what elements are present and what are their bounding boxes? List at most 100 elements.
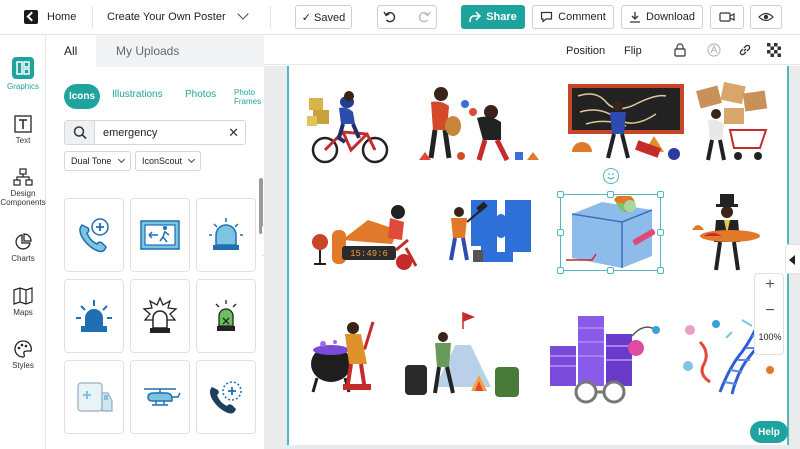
- icon-result[interactable]: [130, 360, 190, 434]
- chair-clock-illustration[interactable]: 15:49:6: [308, 200, 420, 276]
- courier-bicycle-illustration[interactable]: [305, 82, 391, 166]
- siren-icon: [209, 218, 243, 250]
- rail-label: Text: [15, 136, 31, 145]
- alarm-box-icon: [215, 300, 237, 331]
- emergency-exit-icon: [140, 220, 180, 250]
- clear-search-icon[interactable]: ✕: [228, 125, 239, 140]
- icon-result[interactable]: [64, 279, 124, 353]
- comment-button[interactable]: Comment: [532, 5, 614, 29]
- position-button[interactable]: Position: [566, 45, 605, 57]
- animation-icon[interactable]: [707, 43, 721, 57]
- preview-button[interactable]: [750, 5, 782, 29]
- zoom-level[interactable]: 100%: [755, 332, 785, 342]
- subtab-illustrations[interactable]: Illustrations: [112, 89, 163, 100]
- resize-handle[interactable]: [557, 229, 564, 236]
- document-title[interactable]: Create Your Own Poster: [107, 11, 226, 23]
- share-button[interactable]: Share: [461, 5, 525, 29]
- subtab-photo-frames[interactable]: Photo Frames: [234, 88, 264, 106]
- styles-icon: [14, 340, 32, 358]
- resize-handle[interactable]: [657, 229, 664, 236]
- redo-icon[interactable]: [417, 10, 431, 24]
- filter-source-dropdown[interactable]: IconScout: [135, 151, 201, 171]
- filter-style-dropdown[interactable]: Dual Tone: [64, 151, 131, 171]
- design-components-icon: [13, 168, 33, 186]
- rail-label: Graphics: [6, 82, 39, 91]
- icon-result[interactable]: [130, 279, 190, 353]
- box-cart-illustration[interactable]: [694, 82, 776, 166]
- search-box: ✕: [64, 120, 246, 145]
- icon-result[interactable]: [64, 198, 124, 272]
- rail-item-graphics[interactable]: Graphics: [0, 57, 46, 91]
- expand-right-panel-button[interactable]: [785, 244, 800, 274]
- zoom-in-button[interactable]: +: [755, 276, 785, 294]
- chalkboard-maze-illustration[interactable]: [566, 82, 686, 166]
- subtab-photos[interactable]: Photos: [185, 89, 216, 100]
- svg-text:15:49:6: 15:49:6: [350, 249, 388, 259]
- rotate-handle[interactable]: [603, 168, 619, 184]
- helicopter-icon: [144, 388, 181, 406]
- alarm-burst-icon: [142, 296, 178, 333]
- charts-icon: [15, 233, 32, 250]
- transparency-icon[interactable]: [767, 43, 781, 57]
- tab-all[interactable]: All: [46, 35, 96, 67]
- comment-label: Comment: [558, 11, 606, 23]
- divider: [92, 6, 93, 28]
- mountain-camp-illustration[interactable]: [401, 309, 525, 399]
- canvas-toolbar: Position Flip: [264, 35, 800, 65]
- download-button[interactable]: Download: [621, 5, 703, 29]
- rail-label: Design Components: [0, 189, 46, 207]
- home-link[interactable]: Home: [47, 11, 76, 23]
- tab-my-uploads[interactable]: My Uploads: [116, 35, 179, 67]
- rail-item-charts[interactable]: Charts: [0, 233, 46, 263]
- icon-result[interactable]: [196, 198, 256, 272]
- icon-result[interactable]: [64, 360, 124, 434]
- magician-illustration[interactable]: [692, 190, 772, 274]
- left-rail: Graphics Text Design Components Charts M…: [0, 35, 46, 449]
- resize-handle[interactable]: [607, 191, 614, 198]
- ambulance-icon: [77, 382, 113, 412]
- flip-button[interactable]: Flip: [624, 45, 642, 57]
- help-button[interactable]: Help: [750, 421, 788, 443]
- rail-item-styles[interactable]: Styles: [0, 340, 46, 370]
- puzzle-hammer-illustration[interactable]: [441, 196, 533, 266]
- video-icon: [719, 11, 735, 23]
- rail-item-maps[interactable]: Maps: [0, 287, 46, 317]
- data-chart-illustration[interactable]: [546, 312, 660, 404]
- app-logo-icon[interactable]: [24, 10, 38, 24]
- resize-handle[interactable]: [557, 191, 564, 198]
- undo-icon[interactable]: [383, 10, 397, 24]
- resize-handle[interactable]: [607, 267, 614, 274]
- resize-handle[interactable]: [657, 267, 664, 274]
- saved-button[interactable]: ✓ Saved: [295, 5, 352, 29]
- rail-label: Styles: [12, 361, 34, 370]
- resize-handle[interactable]: [657, 191, 664, 198]
- icon-result[interactable]: [196, 360, 256, 434]
- people-exchanging-illustration[interactable]: [417, 82, 543, 166]
- zoom-out-button[interactable]: −: [755, 302, 785, 320]
- police-light-icon: [76, 300, 112, 332]
- subtab-icons[interactable]: Icons: [64, 84, 100, 109]
- share-icon: [469, 11, 482, 23]
- maps-icon: [13, 287, 33, 305]
- zoom-controls: + − 100%: [754, 273, 784, 355]
- rail-item-design-components[interactable]: Design Components: [0, 168, 46, 207]
- divider: [270, 6, 271, 28]
- top-bar: Home Create Your Own Poster ✓ Saved Shar…: [0, 0, 800, 35]
- search-icon[interactable]: [65, 121, 95, 144]
- icon-result[interactable]: [130, 198, 190, 272]
- icon-result[interactable]: [196, 279, 256, 353]
- chevron-down-icon: [187, 155, 196, 164]
- download-label: Download: [646, 11, 695, 23]
- cauldron-illustration[interactable]: [307, 314, 383, 398]
- filter-label: IconScout: [142, 156, 183, 166]
- saved-label: ✓ Saved: [301, 11, 346, 24]
- search-input[interactable]: [103, 125, 223, 140]
- chevron-down-icon[interactable]: [237, 8, 249, 20]
- text-icon: [14, 115, 32, 133]
- lock-icon[interactable]: [674, 43, 686, 57]
- link-icon[interactable]: [738, 43, 752, 57]
- selection-box[interactable]: [560, 194, 661, 271]
- resize-handle[interactable]: [557, 267, 564, 274]
- present-button[interactable]: [710, 5, 744, 29]
- rail-item-text[interactable]: Text: [0, 115, 46, 145]
